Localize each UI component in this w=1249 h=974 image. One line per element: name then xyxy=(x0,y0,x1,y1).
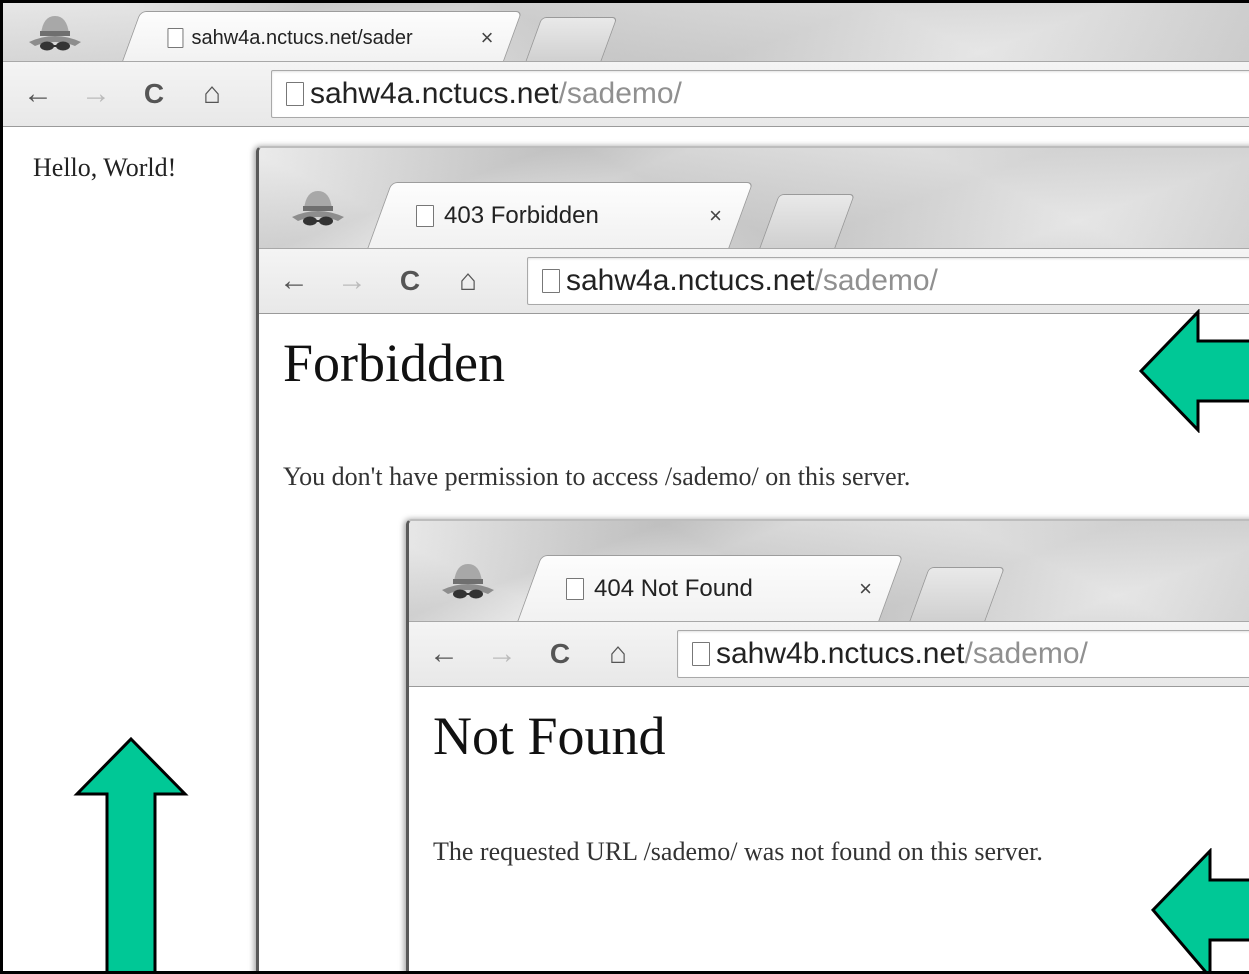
middle-tab-title: 403 Forbidden xyxy=(444,202,599,229)
outer-toolbar: ← → C ⌂ sahw4a.nctucs.net/sademo/ xyxy=(3,61,1249,127)
incognito-icon xyxy=(433,557,503,607)
outer-active-tab[interactable]: sahw4a.nctucs.net/sader × xyxy=(121,11,523,64)
outer-tab-strip: sahw4a.nctucs.net/sader × xyxy=(3,3,1249,64)
home-icon[interactable]: ⌂ xyxy=(183,77,241,111)
hello-text: Hello, World! xyxy=(33,153,177,182)
inner-url: sahw4b.nctucs.net/sademo/ xyxy=(716,637,1088,671)
forbidden-message: You don't have permission to access /sad… xyxy=(283,462,911,491)
page-icon xyxy=(566,578,585,600)
page-icon xyxy=(692,642,710,666)
middle-url-path: /sademo/ xyxy=(814,264,938,297)
inner-browser-chrome: 404 Not Found × ← → C ⌂ sahw4b.nctucs.ne… xyxy=(409,521,1249,687)
outer-address-bar[interactable]: sahw4a.nctucs.net/sademo/ xyxy=(271,70,1249,118)
inner-toolbar: ← → C ⌂ sahw4b.nctucs.net/sademo/ xyxy=(409,621,1249,687)
middle-active-tab[interactable]: 403 Forbidden × xyxy=(367,182,754,249)
outer-url-host: sahw4a.nctucs.net xyxy=(310,77,559,110)
inner-tab-title: 404 Not Found xyxy=(594,575,753,602)
home-icon[interactable]: ⌂ xyxy=(439,264,497,298)
close-icon[interactable]: × xyxy=(481,25,494,51)
outer-url: sahw4a.nctucs.net/sademo/ xyxy=(310,77,682,111)
reload-icon[interactable]: C xyxy=(125,78,183,110)
middle-browser-chrome: 403 Forbidden × ← → C ⌂ sahw4a.nctucs.ne… xyxy=(259,148,1249,314)
forward-icon[interactable]: → xyxy=(473,637,531,671)
inner-url-path: /sademo/ xyxy=(964,637,1088,670)
outer-tab-title: sahw4a.nctucs.net/sader xyxy=(191,26,413,49)
page-icon xyxy=(286,82,304,106)
middle-url: sahw4a.nctucs.net/sademo/ xyxy=(566,264,938,298)
left-arrow-icon xyxy=(1150,848,1249,971)
inner-tab-strip: 404 Not Found × xyxy=(409,521,1249,622)
reload-icon[interactable]: C xyxy=(531,638,589,670)
middle-new-tab-button[interactable] xyxy=(758,194,856,249)
middle-url-host: sahw4a.nctucs.net xyxy=(566,264,815,297)
page-icon xyxy=(542,269,560,293)
outer-url-path: /sademo/ xyxy=(558,77,682,110)
inner-active-tab[interactable]: 404 Not Found × xyxy=(517,555,904,622)
forward-icon[interactable]: → xyxy=(323,264,381,298)
screenshot-frame: sahw4a.nctucs.net/sader × ← → C ⌂ sahw4a… xyxy=(0,0,1249,974)
outer-browser-chrome: sahw4a.nctucs.net/sader × ← → C ⌂ sahw4a… xyxy=(3,3,1249,127)
back-icon[interactable]: ← xyxy=(415,637,473,671)
home-icon[interactable]: ⌂ xyxy=(589,637,647,671)
back-icon[interactable]: ← xyxy=(9,77,67,111)
back-icon[interactable]: ← xyxy=(265,264,323,298)
reload-icon[interactable]: C xyxy=(381,265,439,297)
forward-icon[interactable]: → xyxy=(67,77,125,111)
inner-address-bar[interactable]: sahw4b.nctucs.net/sademo/ xyxy=(677,630,1249,678)
not-found-message: The requested URL /sademo/ was not found… xyxy=(433,837,1043,866)
inner-url-host: sahw4b.nctucs.net xyxy=(716,637,965,670)
inner-new-tab-button[interactable] xyxy=(908,567,1006,622)
middle-tab-strip: 403 Forbidden × xyxy=(259,148,1249,249)
up-arrow-icon xyxy=(73,736,189,971)
page-icon xyxy=(167,28,184,48)
incognito-icon xyxy=(283,184,353,234)
middle-address-bar[interactable]: sahw4a.nctucs.net/sademo/ xyxy=(527,257,1249,305)
incognito-icon xyxy=(23,11,87,57)
close-icon[interactable]: × xyxy=(709,203,722,229)
forbidden-heading: Forbidden xyxy=(283,333,505,393)
outer-new-tab-button[interactable] xyxy=(524,17,618,64)
middle-toolbar: ← → C ⌂ sahw4a.nctucs.net/sademo/ xyxy=(259,248,1249,314)
left-arrow-icon xyxy=(1138,309,1249,433)
not-found-heading: Not Found xyxy=(433,706,666,766)
inner-browser-window: 404 Not Found × ← → C ⌂ sahw4b.nctucs.ne… xyxy=(406,519,1249,971)
page-icon xyxy=(416,205,435,227)
close-icon[interactable]: × xyxy=(859,576,872,602)
